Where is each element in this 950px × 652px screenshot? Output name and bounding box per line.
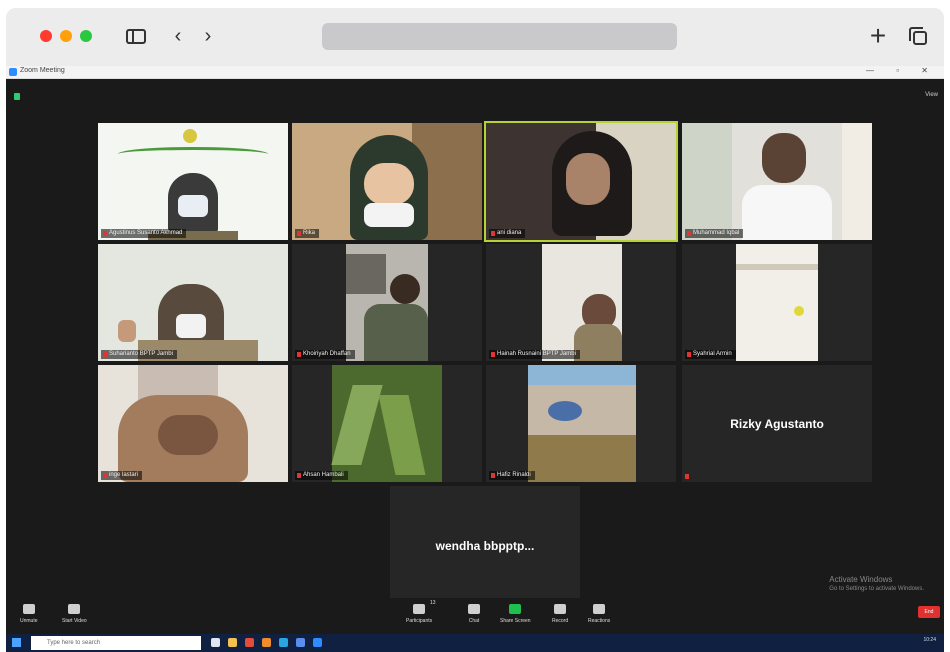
file-explorer-icon[interactable] (228, 638, 237, 647)
participant-name: inge lastari (101, 471, 143, 480)
video-tile[interactable]: Khoiriyah Dhaffan (292, 244, 482, 361)
participants-count: 13 (430, 600, 436, 606)
activate-windows-watermark: Activate Windows Go to Settings to activ… (829, 575, 924, 592)
unmute-button[interactable]: Unmute (20, 604, 38, 624)
mic-muted-icon (685, 474, 689, 479)
windows-taskbar: Type here to search 10:24 (6, 634, 944, 652)
video-tile[interactable]: Suharianto BPTP Jambi (98, 244, 288, 361)
video-tile[interactable]: Ahsan Hambali (292, 365, 482, 482)
chat-icon (468, 604, 480, 614)
participant-name-large: Rizky Agustanto (730, 416, 824, 431)
video-tile[interactable]: Syahrial Armin (682, 244, 872, 361)
reactions-button[interactable]: Reactions (588, 604, 610, 624)
back-icon[interactable]: ‹ (166, 24, 190, 48)
participant-name: Syahrial Armin (685, 350, 736, 359)
reactions-icon (593, 604, 606, 614)
view-button[interactable]: View (925, 92, 938, 98)
video-camera-icon (68, 604, 81, 614)
microphone-icon (22, 604, 35, 614)
chrome-icon[interactable] (245, 638, 254, 647)
participant-name: Muhammad Iqbal (685, 229, 744, 238)
forward-icon[interactable]: › (196, 24, 220, 48)
participant-name: Ahsan Hambali (295, 471, 348, 480)
start-video-button[interactable]: Start Video (62, 604, 87, 624)
participant-name: Hainah Rusnaini BPTP Jambi (489, 350, 580, 359)
store-icon[interactable] (296, 638, 305, 647)
zoom-meeting-window: Zoom Meeting — ▫ ✕ View Agustinus Susant… (6, 66, 944, 652)
video-tile[interactable]: Rika (292, 123, 482, 240)
sidebar-toggle-icon[interactable] (124, 24, 148, 48)
video-tile[interactable]: inge lastari (98, 365, 288, 482)
participants-icon (413, 604, 426, 614)
close-window-button[interactable] (40, 30, 52, 42)
window-title: Zoom Meeting (20, 67, 65, 74)
participant-name: Khoiriyah Dhaffan (295, 350, 355, 359)
video-tile[interactable]: Hainah Rusnaini BPTP Jambi (486, 244, 676, 361)
address-bar[interactable] (322, 23, 677, 50)
participant-name: ani diana (489, 229, 526, 238)
video-tile[interactable]: Rizky Agustanto (682, 365, 872, 482)
video-tile-active-speaker[interactable]: ani diana (484, 121, 678, 242)
chat-button[interactable]: Chat (468, 604, 480, 624)
participant-name: Hafiz Rinaldi (489, 471, 535, 480)
security-shield-icon[interactable] (14, 93, 20, 100)
participant-name: Agustinus Susanto Akhmad (101, 229, 187, 238)
tab-overview-icon[interactable] (906, 24, 930, 48)
end-meeting-button[interactable]: End (918, 606, 940, 618)
windows-start-icon[interactable] (12, 638, 21, 647)
participants-button[interactable]: Participants (406, 604, 432, 624)
participant-name: Rika (295, 229, 320, 238)
video-tile[interactable]: Hafiz Rinaldi (486, 365, 676, 482)
participant-name-large: wendha bbpptp... (435, 539, 535, 553)
system-clock[interactable]: 10:24 (923, 637, 936, 643)
share-screen-icon (509, 604, 522, 614)
record-icon (554, 604, 567, 614)
record-button[interactable]: Record (552, 604, 568, 624)
browser-window: ‹ › + Zoom Meeting — ▫ ✕ View Agustinus … (6, 8, 944, 652)
zoom-taskbar-icon[interactable] (313, 638, 322, 647)
zoom-logo-icon (9, 68, 17, 76)
video-tile[interactable]: Muhammad Iqbal (682, 123, 872, 240)
edge-icon[interactable] (279, 638, 288, 647)
task-view-icon[interactable] (211, 638, 220, 647)
meeting-controls: Unmute Start Video Participants 13 Chat … (6, 598, 944, 634)
taskbar-search-input[interactable]: Type here to search (31, 636, 201, 650)
new-tab-icon[interactable]: + (866, 20, 890, 51)
participant-name: Suharianto BPTP Jambi (101, 350, 177, 359)
minimize-window-button[interactable] (60, 30, 72, 42)
browser-toolbar: ‹ › + (6, 8, 944, 66)
zoom-title-bar: Zoom Meeting — ▫ ✕ (6, 66, 944, 79)
share-screen-button[interactable]: Share Screen (500, 604, 531, 624)
video-tile[interactable]: Agustinus Susanto Akhmad (98, 123, 288, 240)
vlc-icon[interactable] (262, 638, 271, 647)
emblem-icon (183, 129, 197, 143)
zoom-window-button[interactable] (80, 30, 92, 42)
video-tile[interactable]: wendha bbpptp... (390, 486, 580, 606)
window-controls[interactable]: — ▫ ✕ (866, 66, 938, 75)
